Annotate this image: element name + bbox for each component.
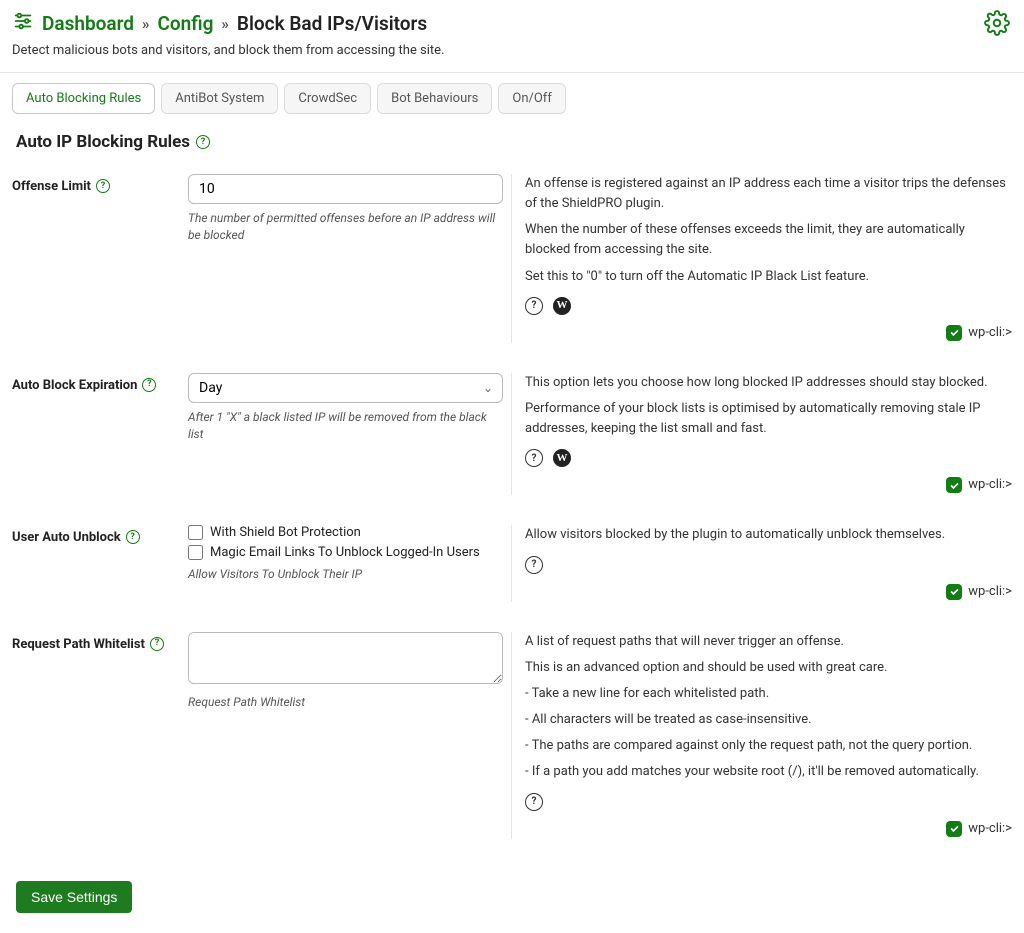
tabs: Auto Blocking Rules AntiBot System Crowd… [12, 83, 1012, 114]
help-icon[interactable]: ? [196, 135, 210, 149]
page-subtitle: Detect malicious bots and visitors, and … [12, 43, 1012, 58]
panel-title-text: Auto IP Blocking Rules [16, 132, 190, 152]
vertical-divider [511, 174, 517, 343]
help-icon[interactable]: ? [150, 637, 164, 651]
checkbox-input[interactable] [188, 545, 203, 560]
wp-cli-label[interactable]: wp-cli:> [968, 819, 1012, 839]
save-settings-button[interactable]: Save Settings [16, 881, 132, 913]
label-request-path-whitelist: Request Path Whitelist ? [12, 632, 182, 839]
wp-cli-label[interactable]: wp-cli:> [968, 582, 1012, 602]
checkbox-shield-bot[interactable]: With Shield Bot Protection [188, 525, 503, 540]
label-offense-limit: Offense Limit ? [12, 174, 182, 343]
row-offense-limit: Offense Limit ? The number of permitted … [12, 174, 1012, 343]
desc-text: This is an advanced option and should be… [525, 658, 1012, 678]
desc-text: - All characters will be treated as case… [525, 710, 1012, 730]
desc-text: Set this to "0" to turn off the Automati… [525, 267, 1012, 287]
label-user-auto-unblock: User Auto Unblock ? [12, 525, 182, 601]
breadcrumb-config[interactable]: Config [157, 12, 213, 35]
tab-auto-blocking-rules[interactable]: Auto Blocking Rules [12, 83, 155, 114]
label-text: Offense Limit [12, 179, 91, 194]
check-icon [946, 584, 962, 600]
desc-text: Allow visitors blocked by the plugin to … [525, 525, 1012, 545]
check-icon [946, 325, 962, 341]
help-text: After 1 "X" a black listed IP will be re… [188, 409, 503, 443]
help-icon[interactable]: ? [96, 179, 110, 193]
label-auto-block-expiration: Auto Block Expiration ? [12, 373, 182, 496]
vertical-divider [511, 373, 517, 496]
help-icon[interactable]: ? [525, 297, 543, 315]
desc-text: - If a path you add matches your website… [525, 762, 1012, 782]
checkbox-magic-email[interactable]: Magic Email Links To Unblock Logged-In U… [188, 545, 503, 560]
tab-antibot-system[interactable]: AntiBot System [161, 83, 278, 114]
wordpress-icon[interactable]: W [553, 449, 571, 467]
sliders-icon [12, 10, 34, 37]
wp-cli-label[interactable]: wp-cli:> [968, 475, 1012, 495]
wordpress-icon[interactable]: W [553, 297, 571, 315]
desc-text: - The paths are compared against only th… [525, 736, 1012, 756]
row-user-auto-unblock: User Auto Unblock ? With Shield Bot Prot… [12, 525, 1012, 601]
offense-limit-input[interactable] [188, 174, 503, 204]
help-icon[interactable]: ? [525, 556, 543, 574]
help-icon[interactable]: ? [142, 378, 156, 392]
desc-text: A list of request paths that will never … [525, 632, 1012, 652]
desc-text: Performance of your block lists is optim… [525, 399, 1012, 439]
check-icon [946, 477, 962, 493]
desc-text: - Take a new line for each whitelisted p… [525, 684, 1012, 704]
desc-text: An offense is registered against an IP a… [525, 174, 1012, 214]
row-auto-block-expiration: Auto Block Expiration ? Day ⌄ After 1 "X… [12, 373, 1012, 496]
desc-text: When the number of these offenses exceed… [525, 220, 1012, 260]
tab-crowdsec[interactable]: CrowdSec [284, 83, 371, 114]
breadcrumb-dashboard[interactable]: Dashboard [42, 12, 134, 35]
request-path-whitelist-textarea[interactable] [188, 632, 503, 684]
help-icon[interactable]: ? [525, 793, 543, 811]
help-text: Allow Visitors To Unblock Their IP [188, 566, 503, 583]
help-text: The number of permitted offenses before … [188, 210, 503, 244]
row-request-path-whitelist: Request Path Whitelist ? Request Path Wh… [12, 632, 1012, 839]
panel-title: Auto IP Blocking Rules ? [16, 132, 1012, 152]
check-icon [946, 821, 962, 837]
tab-on-off[interactable]: On/Off [498, 83, 565, 114]
desc-text: This option lets you choose how long blo… [525, 373, 1012, 393]
breadcrumb-current: Block Bad IPs/Visitors [237, 12, 427, 35]
divider [0, 72, 1024, 73]
label-text: User Auto Unblock [12, 530, 121, 545]
breadcrumb-sep: » [221, 15, 229, 33]
help-text: Request Path Whitelist [188, 694, 503, 711]
vertical-divider [511, 632, 517, 839]
label-text: Request Path Whitelist [12, 637, 145, 652]
vertical-divider [511, 525, 517, 601]
help-icon[interactable]: ? [525, 449, 543, 467]
auto-block-expiration-select[interactable]: Day [188, 373, 503, 403]
breadcrumb-sep: » [142, 15, 150, 33]
checkbox-input[interactable] [188, 525, 203, 540]
checkbox-label: Magic Email Links To Unblock Logged-In U… [210, 545, 480, 560]
gear-icon[interactable] [984, 10, 1010, 40]
help-icon[interactable]: ? [126, 530, 140, 544]
tab-bot-behaviours[interactable]: Bot Behaviours [377, 83, 492, 114]
checkbox-label: With Shield Bot Protection [210, 525, 361, 540]
label-text: Auto Block Expiration [12, 378, 137, 393]
breadcrumb: Dashboard » Config » Block Bad IPs/Visit… [12, 10, 1012, 37]
wp-cli-label[interactable]: wp-cli:> [968, 323, 1012, 343]
